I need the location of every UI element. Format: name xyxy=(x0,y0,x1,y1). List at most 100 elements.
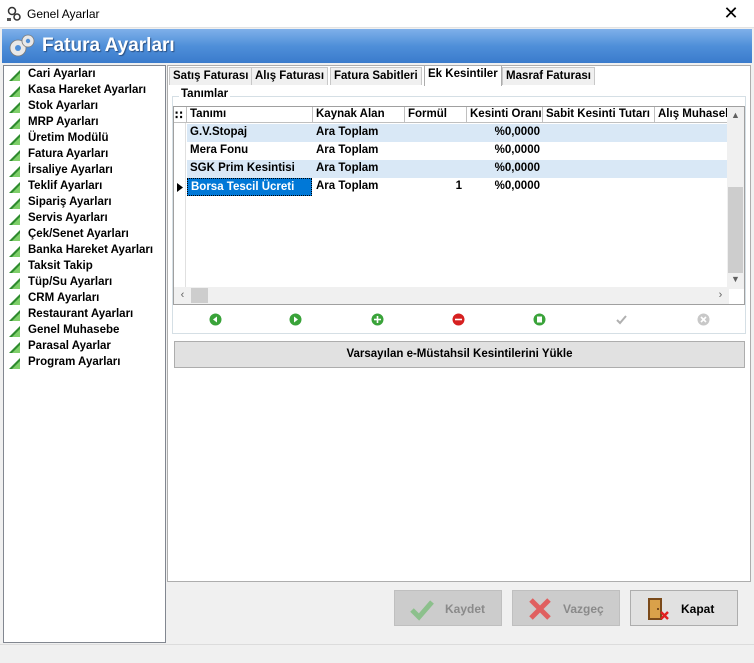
scroll-right-icon[interactable]: › xyxy=(712,287,729,304)
cell-kesinti-orani[interactable]: %0,0000 xyxy=(467,124,540,142)
sidebar-item-label: Cari Ayarları xyxy=(28,68,96,80)
tab-strip: Satış Faturası Alış Faturası Fatura Sabi… xyxy=(167,65,751,86)
cell-formul[interactable] xyxy=(405,124,465,142)
green-triangle-icon xyxy=(9,166,20,177)
title-bar: Genel Ayarlar ✕ xyxy=(0,0,754,28)
save-label: Kaydet xyxy=(445,602,486,616)
column-header-kaynak-alan[interactable]: Kaynak Alan xyxy=(313,107,405,123)
green-triangle-icon xyxy=(9,294,20,305)
tab-satis-faturasi[interactable]: Satış Faturası xyxy=(169,67,253,85)
status-bar xyxy=(0,644,754,663)
cell-kesinti-orani[interactable]: %0,0000 xyxy=(467,160,540,178)
close-icon[interactable]: ✕ xyxy=(708,0,754,28)
column-header-formul[interactable]: Formül xyxy=(405,107,467,123)
cross-icon xyxy=(529,598,551,620)
edit-record-icon[interactable] xyxy=(533,313,546,326)
green-triangle-icon xyxy=(9,86,20,97)
cell-kesinti-orani[interactable]: %0,0000 xyxy=(467,178,540,196)
green-triangle-icon xyxy=(9,342,20,353)
green-triangle-icon xyxy=(9,246,20,257)
cell-kesinti-orani[interactable]: %0,0000 xyxy=(467,142,540,160)
check-icon xyxy=(410,600,434,621)
app-icon xyxy=(7,6,21,21)
cancel-button[interactable]: Vazgeç xyxy=(512,590,620,626)
cell-tanimi-selected[interactable]: Borsa Tescil Ücreti xyxy=(187,178,312,196)
settings-sidebar: Cari Ayarları Kasa Hareket Ayarları Stok A… xyxy=(3,65,166,643)
scroll-left-icon[interactable]: ‹ xyxy=(174,287,191,304)
sidebar-item-label: Kasa Hareket Ayarları xyxy=(28,84,147,96)
grid-navigator xyxy=(173,306,745,333)
green-triangle-icon xyxy=(9,102,20,113)
sidebar-item-label: Genel Muhasebe xyxy=(28,324,120,336)
sidebar-item-label: MRP Ayarları xyxy=(28,116,99,128)
column-header-alis-muhasebe[interactable]: Alış Muhaseb xyxy=(655,107,729,123)
sidebar-item-label: Tüp/Su Ayarları xyxy=(28,276,113,288)
cell-tanimi[interactable]: SGK Prim Kesintisi xyxy=(187,160,313,178)
cell-tanimi[interactable]: Mera Fonu xyxy=(187,142,313,160)
sidebar-item-label: Stok Ayarları xyxy=(28,100,99,112)
add-record-icon[interactable] xyxy=(371,313,384,326)
exit-door-icon xyxy=(648,598,669,620)
cancel-label: Vazgeç xyxy=(563,602,604,616)
page-title: Fatura Ayarları xyxy=(42,35,175,56)
tab-alis-faturasi[interactable]: Alış Faturası xyxy=(251,67,329,85)
column-header-kesinti-orani[interactable]: Kesinti Oranı xyxy=(467,107,543,123)
vertical-scrollbar[interactable]: ▲ ▼ xyxy=(727,107,744,289)
green-triangle-icon xyxy=(9,358,20,369)
cell-kaynak-alan[interactable]: Ara Toplam xyxy=(313,142,405,160)
green-triangle-icon xyxy=(9,118,20,129)
sidebar-item-label: Teklif Ayarları xyxy=(28,180,103,192)
sidebar-item-label: CRM Ayarları xyxy=(28,292,100,304)
cell-kaynak-alan[interactable]: Ara Toplam xyxy=(313,160,405,178)
cell-formul[interactable] xyxy=(405,142,465,160)
sidebar-item-label: Banka Hareket Ayarları xyxy=(28,244,154,256)
vertical-scroll-thumb[interactable] xyxy=(728,187,743,273)
green-triangle-icon xyxy=(9,134,20,145)
horizontal-scroll-thumb[interactable] xyxy=(191,288,208,303)
group-label: Tanımlar xyxy=(179,88,231,100)
green-triangle-icon xyxy=(9,70,20,81)
cell-formul[interactable] xyxy=(405,160,465,178)
save-button[interactable]: Kaydet xyxy=(394,590,502,626)
section-header: Fatura Ayarları xyxy=(2,29,752,63)
cell-kaynak-alan[interactable]: Ara Toplam xyxy=(313,178,405,196)
scroll-down-icon[interactable]: ▼ xyxy=(727,271,744,288)
horizontal-scrollbar[interactable]: ‹ › xyxy=(174,287,729,304)
tab-masraf-faturasi[interactable]: Masraf Faturası xyxy=(502,67,596,85)
gears-icon xyxy=(9,34,35,57)
sidebar-item-label: Fatura Ayarları xyxy=(28,148,109,160)
delete-record-icon[interactable] xyxy=(452,313,465,326)
sidebar-item-label: Taksit Takip xyxy=(28,260,93,272)
first-record-icon[interactable] xyxy=(209,313,222,326)
load-default-deductions-button[interactable]: Varsayılan e-Müstahsil Kesintilerini Yük… xyxy=(174,341,745,368)
tab-fatura-sabitleri[interactable]: Fatura Sabitleri xyxy=(330,67,422,85)
grid-corner: ∷ xyxy=(174,107,187,123)
sidebar-item-label: Servis Ayarları xyxy=(28,212,108,224)
green-triangle-icon xyxy=(9,214,20,225)
window-title: Genel Ayarlar xyxy=(27,7,100,21)
column-header-sabit-kesinti-tutari[interactable]: Sabit Kesinti Tutarı xyxy=(543,107,655,123)
current-row-arrow-icon xyxy=(177,183,183,192)
green-triangle-icon xyxy=(9,326,20,337)
green-triangle-icon xyxy=(9,262,20,273)
column-header-tanimi[interactable]: Tanımı xyxy=(187,107,313,123)
green-triangle-icon xyxy=(9,230,20,241)
confirm-record-icon[interactable] xyxy=(615,313,628,326)
sidebar-item-label: Sipariş Ayarları xyxy=(28,196,112,208)
next-record-icon[interactable] xyxy=(289,313,302,326)
scroll-up-icon[interactable]: ▲ xyxy=(727,107,744,124)
sidebar-item-label: Çek/Senet Ayarları xyxy=(28,228,129,240)
green-triangle-icon xyxy=(9,182,20,193)
tab-ek-kesintiler[interactable]: Ek Kesintiler xyxy=(424,65,502,86)
cancel-record-icon[interactable] xyxy=(697,313,710,326)
deductions-grid[interactable]: ∷ Tanımı Kaynak Alan Formül Kesinti Oran… xyxy=(173,106,745,305)
sidebar-item-label: Restaurant Ayarları xyxy=(28,308,134,320)
close-button[interactable]: Kapat xyxy=(630,590,738,626)
green-triangle-icon xyxy=(9,150,20,161)
row-indicator-column xyxy=(174,107,186,287)
green-triangle-icon xyxy=(9,310,20,321)
cell-kaynak-alan[interactable]: Ara Toplam xyxy=(313,124,405,142)
sidebar-item-label: Program Ayarları xyxy=(28,356,121,368)
cell-tanimi[interactable]: G.V.Stopaj xyxy=(187,124,313,142)
cell-formul[interactable]: 1 xyxy=(405,178,465,196)
